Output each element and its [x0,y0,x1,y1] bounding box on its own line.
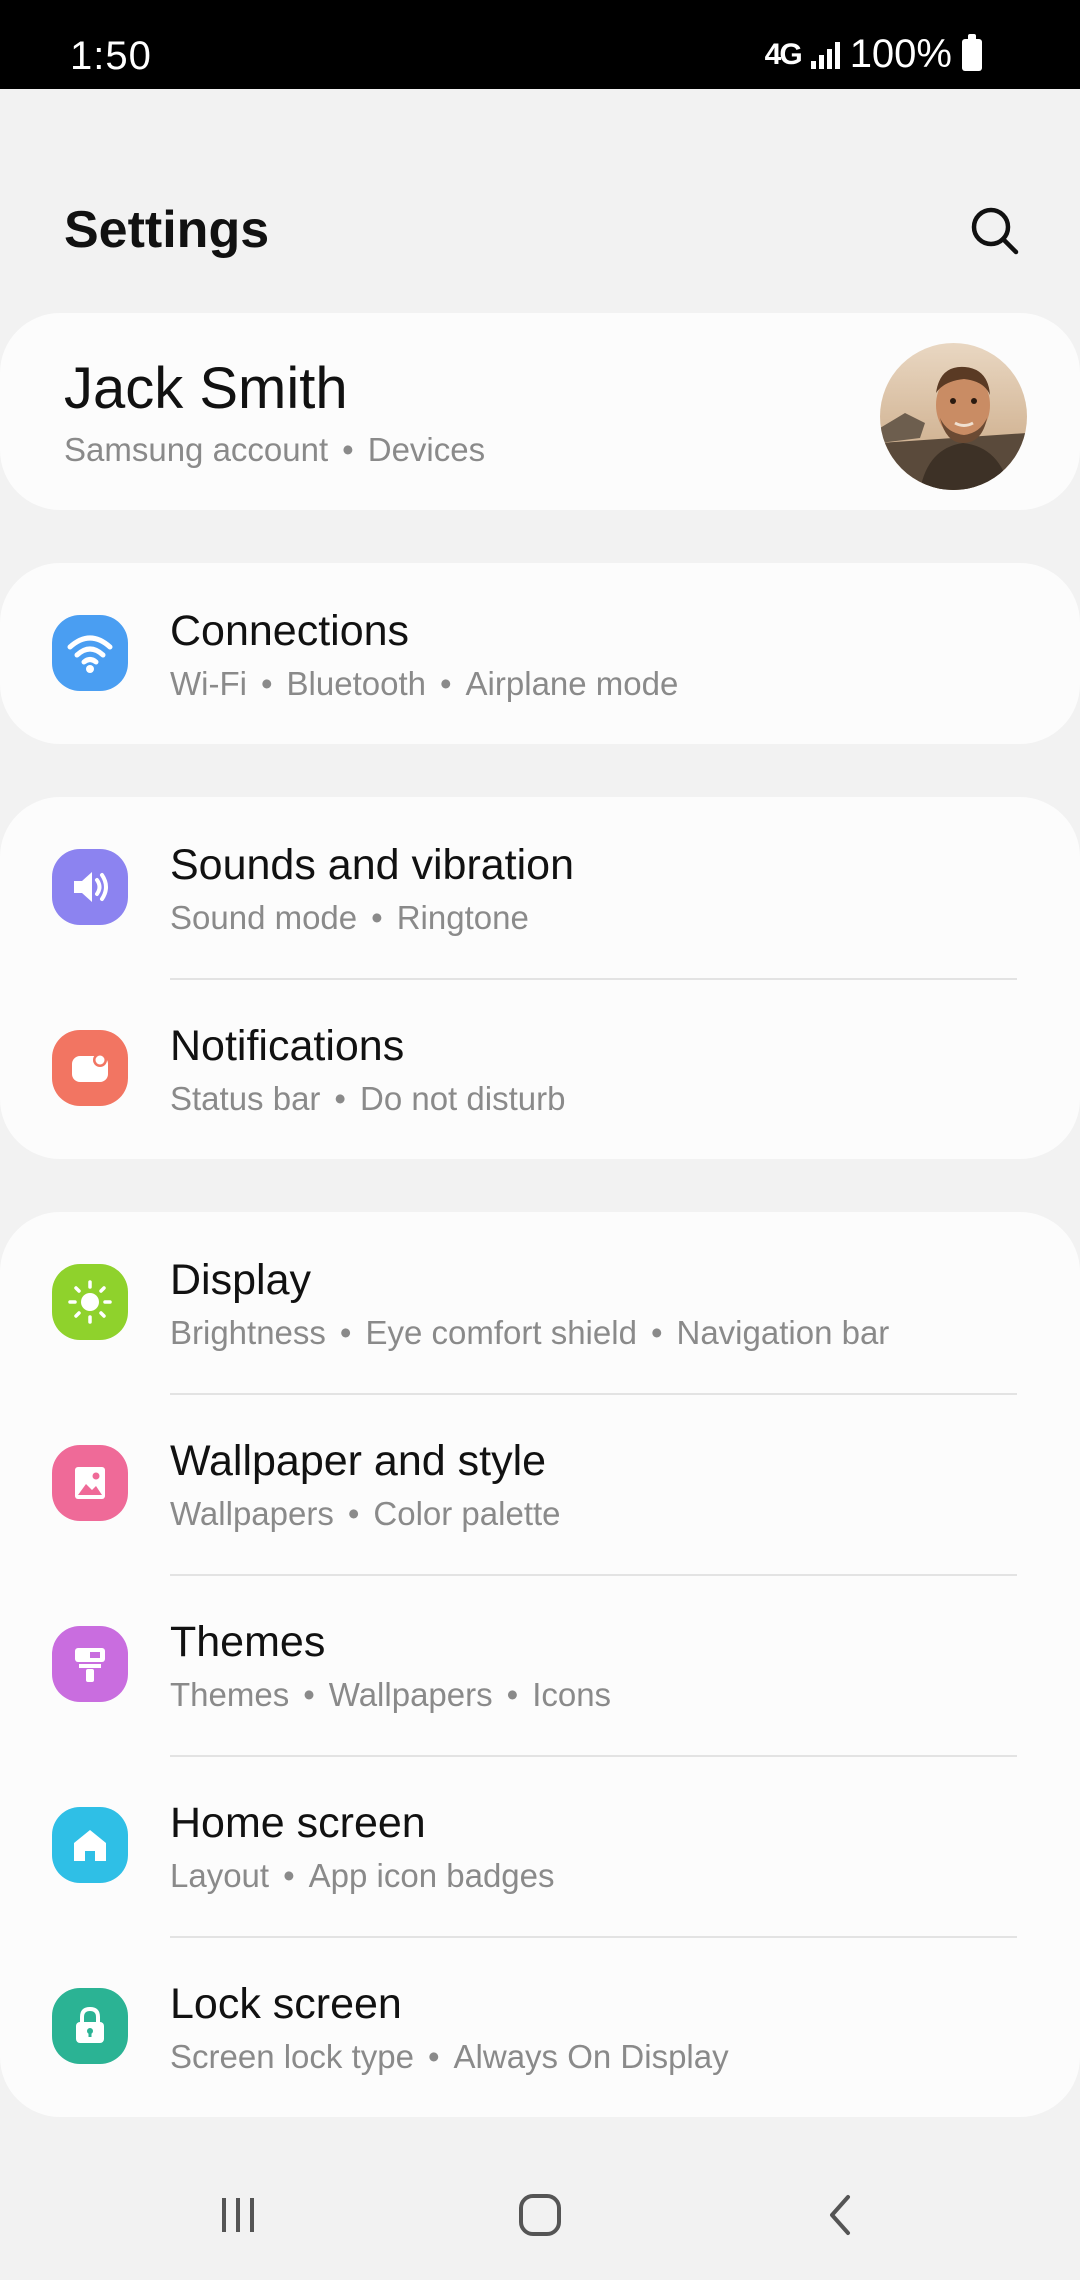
settings-item-sounds[interactable]: Sounds and vibration Sound mode • Ringtone [0,797,1080,978]
signal-icon [810,41,840,69]
navigation-bar [0,2150,1080,2280]
settings-group-connectivity: Connections Wi-Fi • Bluetooth • Airplane mod… [0,563,1080,744]
devices-link[interactable]: Devices [368,431,485,468]
status-time: 1:50 [70,34,152,78]
item-title: Notifications [170,1022,405,1070]
home-icon [52,1807,128,1883]
notification-icon [52,1030,128,1106]
item-subtitle: Wi-Fi • Bluetooth • Airplane mode [170,665,679,702]
wifi-icon [52,615,128,691]
settings-item-display[interactable]: Display Brightness • Eye comfort shield • Na… [0,1212,1080,1393]
sun-icon [52,1264,128,1340]
item-subtitle: Screen lock type • Always On Display [170,2038,729,2075]
item-subtitle: Wallpapers • Color palette [170,1495,561,1532]
status-bar: 1:50 4G 100% [0,0,1080,89]
account-name: Jack Smith [64,356,348,421]
home-button[interactable] [495,2180,585,2250]
samsung-account-link[interactable]: Samsung account [64,431,328,468]
item-title: Wallpaper and style [170,1437,547,1485]
network-type: 4G [764,37,803,71]
settings-item-connections[interactable]: Connections Wi-Fi • Bluetooth • Airplane mod… [0,563,1080,744]
settings-group-alerts: Sounds and vibration Sound mode • Ringtone… [0,797,1080,1159]
item-subtitle: Themes • Wallpapers • Icons [170,1676,612,1713]
back-icon [830,2195,850,2235]
settings-item-home-screen[interactable]: Home screen Layout • App icon badges [0,1755,1080,1936]
recents-button[interactable] [193,2180,283,2250]
settings-item-notifications[interactable]: Notifications Status bar • Do not disturb [0,978,1080,1159]
recents-icon [222,2198,254,2232]
settings-item-themes[interactable]: Themes Themes • Wallpapers • Icons [0,1574,1080,1755]
item-title: Sounds and vibration [170,841,575,889]
home-button-icon [519,2194,561,2236]
item-title: Lock screen [170,1980,402,2028]
search-icon [971,207,1019,255]
battery-percent: 100% [849,32,952,76]
account-subtitle: Samsung account • Devices [64,431,486,468]
page-title: Settings [64,201,270,259]
speaker-icon [52,849,128,925]
brush-icon [52,1626,128,1702]
item-title: Connections [170,607,410,655]
search-button[interactable] [960,196,1030,266]
settings-item-lock-screen[interactable]: Lock screen Screen lock type • Always On D… [0,1936,1080,2117]
settings-item-wallpaper[interactable]: Wallpaper and style Wallpapers • Color pal… [0,1393,1080,1574]
item-subtitle: Layout • App icon badges [170,1857,555,1894]
status-indicators: 4G 100% [765,32,982,77]
item-title: Themes [170,1618,326,1666]
item-title: Home screen [170,1799,426,1847]
item-subtitle: Status bar • Do not disturb [170,1080,566,1117]
item-title: Display [170,1256,311,1304]
item-subtitle: Sound mode • Ringtone [170,899,529,936]
back-button[interactable] [797,2180,887,2250]
image-icon [52,1445,128,1521]
account-card[interactable]: Jack Smith Samsung account • Devices [0,313,1080,510]
item-subtitle: Brightness • Eye comfort shield • Navigation… [170,1314,890,1351]
settings-group-display: Display Brightness • Eye comfort shield • Na… [0,1212,1080,2117]
lock-icon [52,1988,128,2064]
battery-icon [962,33,982,71]
avatar[interactable] [880,343,1027,490]
